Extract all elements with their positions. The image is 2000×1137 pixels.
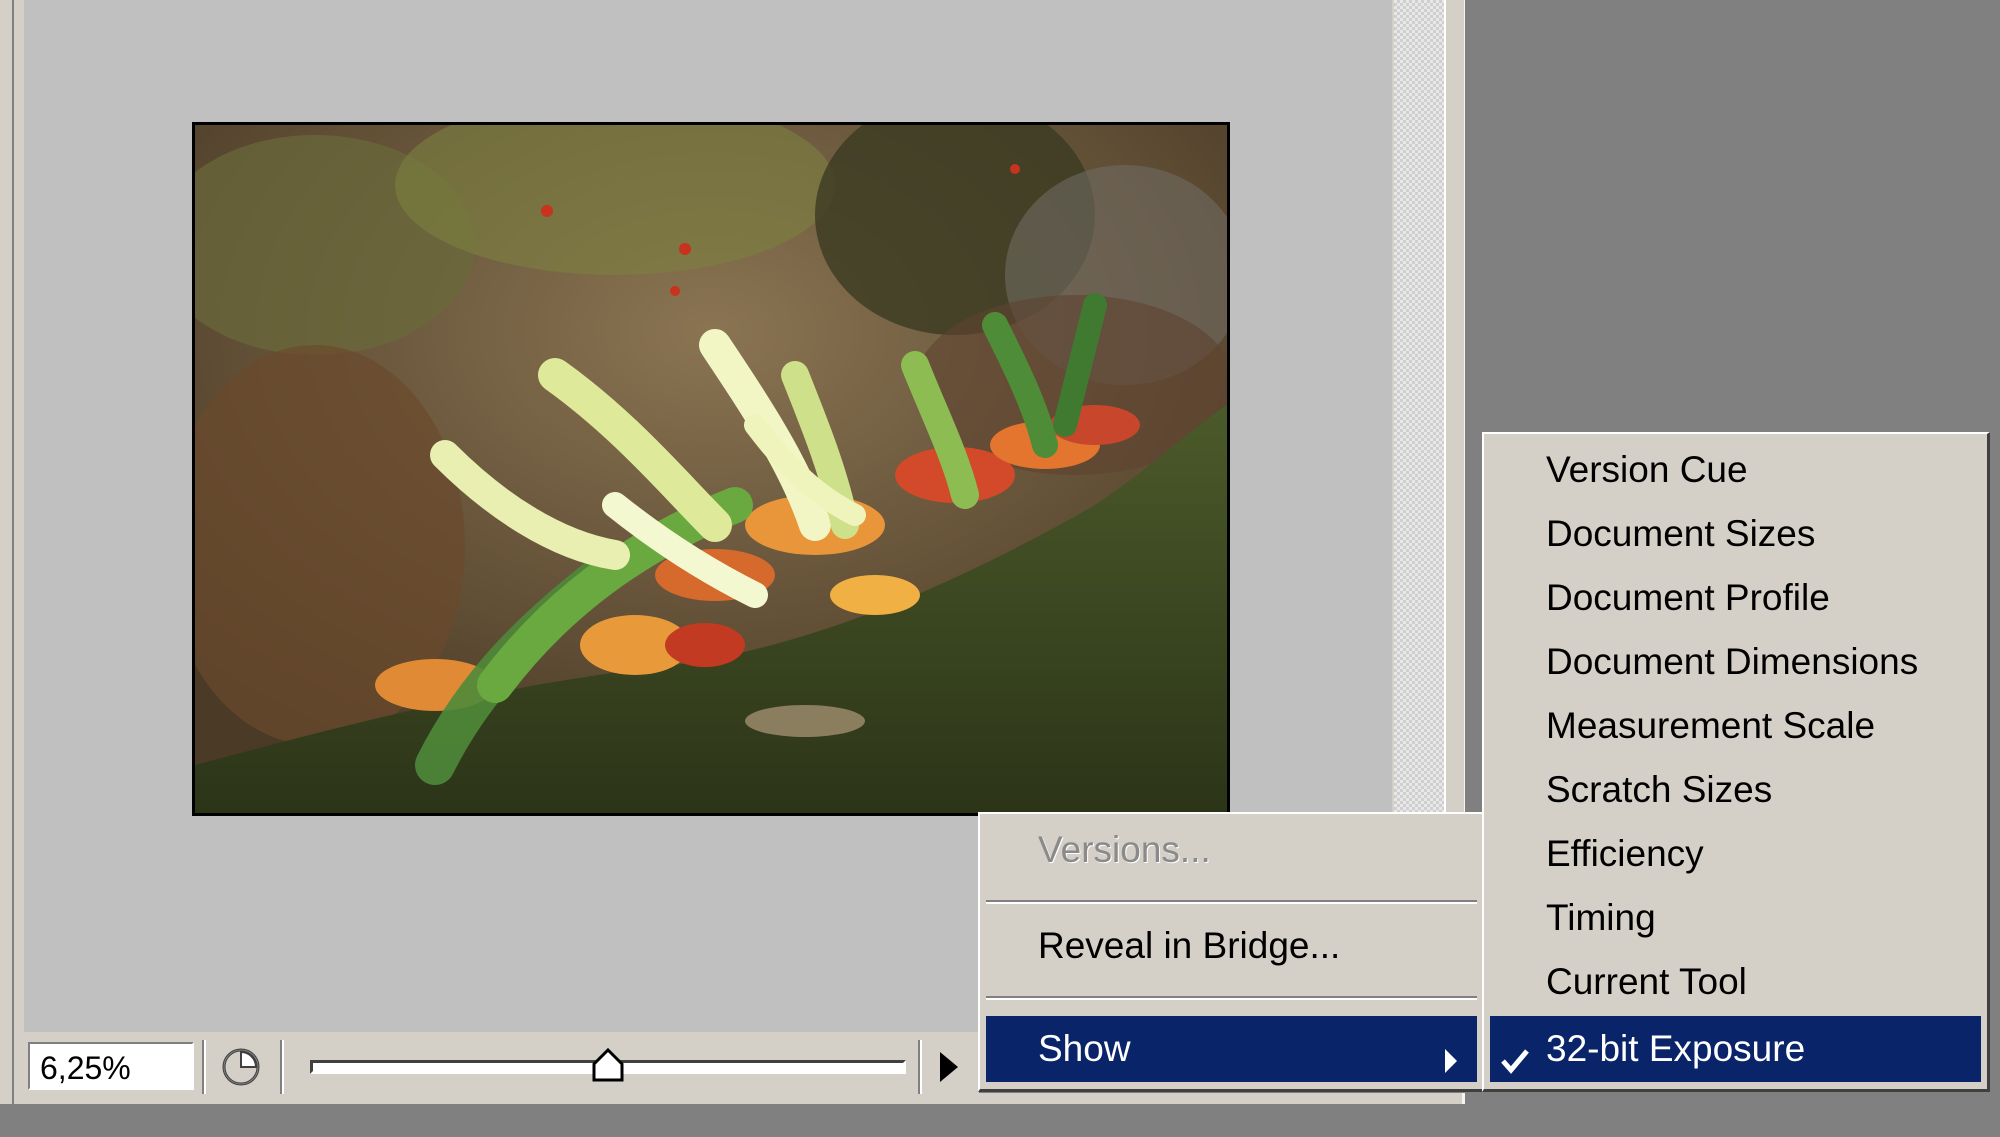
submenu-item-version-cue[interactable]: Version Cue [1490, 440, 1981, 500]
submenu-item-document-dimensions[interactable]: Document Dimensions [1490, 632, 1981, 692]
show-submenu: Version Cue Document Sizes Document Prof… [1482, 432, 1990, 1092]
window-left-border [0, 0, 14, 1104]
submenu-item-current-tool[interactable]: Current Tool [1490, 952, 1981, 1012]
status-separator [202, 1040, 206, 1094]
chevron-right-icon [1443, 1030, 1459, 1073]
clock-icon[interactable] [220, 1046, 262, 1088]
submenu-item-scratch-sizes[interactable]: Scratch Sizes [1490, 760, 1981, 820]
menu-item-show[interactable]: Show [986, 1016, 1477, 1082]
submenu-item-timing[interactable]: Timing [1490, 888, 1981, 948]
submenu-item-efficiency[interactable]: Efficiency [1490, 824, 1981, 884]
play-arrow-icon[interactable] [926, 1044, 970, 1090]
zoom-level-field[interactable]: 6,25% [28, 1042, 194, 1090]
submenu-item-measurement-scale[interactable]: Measurement Scale [1490, 696, 1981, 756]
submenu-item-32-bit-exposure[interactable]: 32-bit Exposure [1490, 1016, 1981, 1082]
document-image [192, 122, 1230, 816]
status-separator [918, 1040, 922, 1094]
menu-item-reveal-in-bridge[interactable]: Reveal in Bridge... [986, 916, 1477, 976]
checkmark-icon [1500, 1031, 1530, 1074]
submenu-item-document-profile[interactable]: Document Profile [1490, 568, 1981, 628]
status-context-menu: Versions... Reveal in Bridge... Show [978, 812, 1486, 1092]
menu-divider [986, 900, 1477, 904]
menu-divider [986, 996, 1477, 1000]
status-separator [280, 1040, 284, 1094]
submenu-item-document-sizes[interactable]: Document Sizes [1490, 504, 1981, 564]
slider-thumb-icon[interactable] [590, 1047, 626, 1084]
menu-item-versions: Versions... [1038, 829, 1211, 870]
